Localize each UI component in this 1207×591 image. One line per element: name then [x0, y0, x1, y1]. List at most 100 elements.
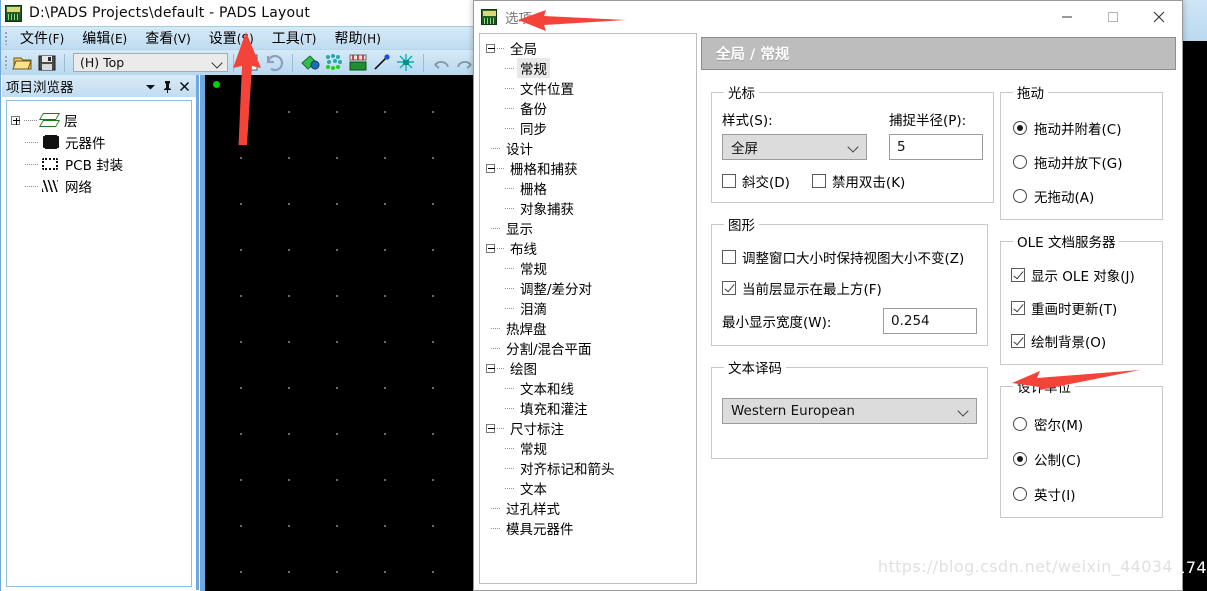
close-icon[interactable] — [1136, 1, 1182, 33]
tree-item-pcb-decals[interactable]: PCB 封装 — [11, 153, 187, 175]
pour-icon[interactable] — [299, 52, 321, 73]
settings-tree-item-text-lines[interactable]: 文本和线 — [486, 378, 696, 398]
settings-tree-item-split-mixed-planes[interactable]: 分割/混合平面 — [486, 338, 696, 358]
minimize-icon[interactable] — [1044, 1, 1090, 33]
open-icon[interactable] — [12, 52, 34, 73]
checkbox-icon — [1011, 334, 1025, 348]
undo-icon[interactable] — [430, 52, 452, 73]
show-ole-objects-checkbox[interactable]: 显示 OLE 对象(J) — [1011, 265, 1152, 285]
project-browser-title: 项目浏览器 — [6, 80, 74, 96]
tree-connector — [505, 487, 514, 489]
menu-view[interactable]: 查看(V) — [136, 26, 200, 50]
settings-tree-item-dim-text[interactable]: 文本 — [486, 478, 696, 498]
pin-icon[interactable] — [160, 79, 175, 94]
drag-attach-radio[interactable]: 拖动并附着(C) — [1013, 118, 1152, 138]
tree-item-layers[interactable]: 层 — [11, 109, 187, 131]
layer-select[interactable]: (H) Top — [73, 53, 228, 72]
menu-grip[interactable] — [1, 27, 11, 49]
collapse-icon[interactable] — [486, 363, 495, 373]
expand-icon[interactable] — [11, 115, 20, 125]
settings-tree-item-sync[interactable]: 同步 — [486, 118, 696, 138]
settings-tree-item-teardrops[interactable]: 泪滴 — [486, 298, 696, 318]
fanout-icon[interactable] — [395, 52, 417, 73]
tree-item-nets[interactable]: 网络 — [11, 175, 187, 197]
settings-tree-item-grids[interactable]: 栅格 — [486, 178, 696, 198]
route-icon[interactable] — [371, 52, 393, 73]
cluster-icon[interactable] — [323, 52, 345, 73]
menu-help[interactable]: 帮助(H) — [325, 26, 389, 50]
settings-tree-item-routing-general[interactable]: 常规 — [486, 258, 696, 278]
settings-tree-item-global-general[interactable]: 常规 — [486, 58, 696, 78]
radio-icon — [1013, 417, 1027, 431]
menu-tools-label: 工具 — [271, 31, 300, 47]
settings-tree-item-backup[interactable]: 备份 — [486, 98, 696, 118]
refresh-icon[interactable] — [264, 52, 286, 73]
ole-group: OLE 文档服务器 显示 OLE 对象(J) 重画时更新(T) 绘制背景(O) — [1000, 231, 1163, 365]
settings-tree-label: 常规 — [517, 58, 550, 78]
diagonal-checkbox[interactable]: 斜交(D) — [722, 171, 790, 191]
menu-file[interactable]: 文件(F) — [11, 26, 73, 50]
menu-tools[interactable]: 工具(T) — [263, 26, 326, 50]
dropdown-icon[interactable] — [143, 79, 158, 94]
drag-drop-radio[interactable]: 拖动并放下(G) — [1013, 152, 1152, 172]
settings-tree-item-object-snap[interactable]: 对象捕获 — [486, 198, 696, 218]
panel-body: 光标 样式(S): 全屏 捕捉半径(P): 5 斜交(D) 禁用双击(K) 图形… — [701, 70, 1176, 529]
tree-item-components[interactable]: 元器件 — [11, 131, 187, 153]
settings-tree-item-display[interactable]: 显示 — [486, 218, 696, 238]
settings-tree-item-grids-snap[interactable]: 栅格和捕获 — [486, 158, 696, 178]
menu-file-label: 文件 — [20, 31, 48, 47]
settings-tree-label: 填充和灌注 — [520, 402, 588, 418]
collapse-icon[interactable] — [486, 243, 495, 253]
settings-tree-item-via-styles[interactable]: 过孔样式 — [486, 498, 696, 518]
draw-background-checkbox[interactable]: 绘制背景(O) — [1011, 331, 1152, 351]
keep-view-size-label: 调整窗口大小时保持视图大小不变(Z) — [742, 251, 965, 267]
report-icon[interactable] — [240, 52, 262, 73]
update-on-redraw-checkbox[interactable]: 重画时更新(T) — [1011, 298, 1152, 318]
settings-tree-item-file-locations[interactable]: 文件位置 — [486, 78, 696, 98]
close-icon[interactable] — [177, 79, 192, 94]
text-decode-select[interactable]: Western European — [722, 398, 977, 424]
settings-tree-item-routing[interactable]: 布线 — [486, 238, 696, 258]
current-layer-top-checkbox[interactable]: 当前层显示在最上方(F) — [722, 278, 977, 298]
net-icon — [41, 178, 60, 194]
cursor-style-field: 样式(S): 全屏 — [722, 109, 867, 160]
settings-tree-item-dim-general[interactable]: 常规 — [486, 438, 696, 458]
units-inches-radio[interactable]: 英寸(I) — [1013, 484, 1152, 504]
collapse-icon[interactable] — [486, 423, 495, 433]
settings-tree-item-fills-hatching[interactable]: 填充和灌注 — [486, 398, 696, 418]
settings-tree-label: 设计 — [506, 142, 533, 158]
toolbar-grip[interactable] — [1, 50, 11, 75]
snap-radius-input[interactable]: 5 — [889, 134, 983, 160]
collapse-icon[interactable] — [486, 163, 495, 173]
settings-tree-item-thermals[interactable]: 热焊盘 — [486, 318, 696, 338]
min-width-input[interactable]: 0.254 — [883, 308, 977, 334]
watermark-tail: 174 — [1175, 558, 1207, 577]
menu-edit[interactable]: 编辑(E) — [73, 26, 136, 50]
units-metric-radio[interactable]: 公制(C) — [1013, 449, 1152, 469]
units-mils-radio[interactable]: 密尔(M) — [1013, 414, 1152, 434]
tree-connector — [505, 387, 514, 389]
settings-tree-item-design[interactable]: 设计 — [486, 138, 696, 158]
disable-dblclick-checkbox[interactable]: 禁用双击(K) — [811, 171, 905, 191]
settings-tree-item-dimensioning[interactable]: 尺寸标注 — [486, 418, 696, 438]
save-icon[interactable] — [36, 52, 58, 73]
settings-tree-item-drafting[interactable]: 绘图 — [486, 358, 696, 378]
checkbox-icon — [722, 174, 736, 188]
menu-setup[interactable]: 设置(S) — [200, 26, 263, 50]
settings-tree-item-die-components[interactable]: 模具元器件 — [486, 518, 696, 538]
settings-tree-item-tuning-diffpairs[interactable]: 调整/差分对 — [486, 278, 696, 298]
maximize-icon[interactable] — [1090, 1, 1136, 33]
units-inches-label: 英寸(I) — [1034, 488, 1076, 504]
tree-connector — [491, 527, 500, 529]
keep-view-size-checkbox[interactable]: 调整窗口大小时保持视图大小不变(Z) — [722, 247, 977, 267]
watermark-text: https://blog.csdn.net/weixin_44034 — [877, 557, 1173, 576]
cursor-style-select[interactable]: 全屏 — [722, 134, 867, 160]
no-drag-radio[interactable]: 无拖动(A) — [1013, 186, 1152, 206]
settings-tree-item-alignment-arrows[interactable]: 对齐标记和箭头 — [486, 458, 696, 478]
board-icon[interactable] — [347, 52, 369, 73]
settings-tree-item-global[interactable]: 全局 — [486, 38, 696, 58]
ole-group-legend: OLE 文档服务器 — [1017, 235, 1116, 251]
collapse-icon[interactable] — [486, 43, 495, 53]
tree-connector — [497, 247, 504, 249]
